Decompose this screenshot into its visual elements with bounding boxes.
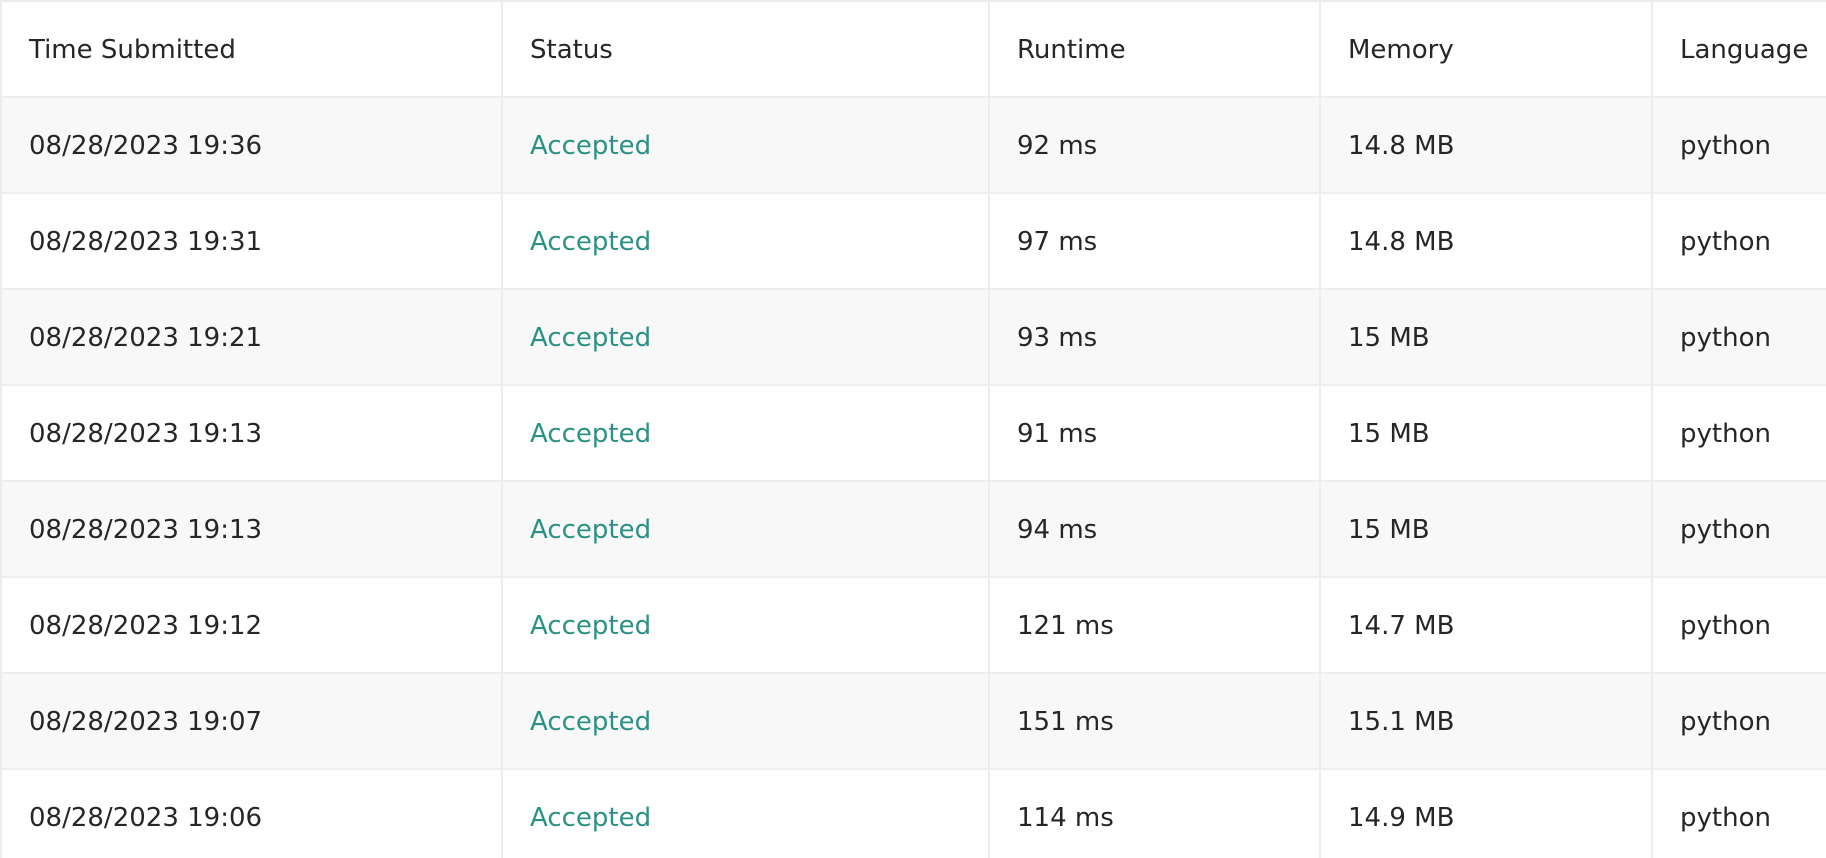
memory-cell: 14.7 MB (1319, 578, 1651, 674)
column-header-language[interactable]: Language (1651, 2, 1826, 98)
language-cell: python (1651, 98, 1826, 194)
status-link[interactable]: Accepted (501, 386, 988, 482)
time-submitted-cell: 08/28/2023 19:36 (0, 98, 501, 194)
column-header-time-submitted[interactable]: Time Submitted (0, 2, 501, 98)
table-row: 08/28/2023 19:21 Accepted 93 ms 15 MB py… (0, 290, 1826, 386)
memory-cell: 15 MB (1319, 386, 1651, 482)
time-submitted-cell: 08/28/2023 19:31 (0, 194, 501, 290)
runtime-cell: 93 ms (988, 290, 1319, 386)
status-link[interactable]: Accepted (501, 770, 988, 858)
time-submitted-cell: 08/28/2023 19:12 (0, 578, 501, 674)
memory-cell: 14.8 MB (1319, 194, 1651, 290)
table-row: 08/28/2023 19:13 Accepted 94 ms 15 MB py… (0, 482, 1826, 578)
table-header-row: Time Submitted Status Runtime Memory Lan… (0, 2, 1826, 98)
language-cell: python (1651, 674, 1826, 770)
language-cell: python (1651, 578, 1826, 674)
memory-cell: 15.1 MB (1319, 674, 1651, 770)
memory-cell: 14.9 MB (1319, 770, 1651, 858)
status-link[interactable]: Accepted (501, 578, 988, 674)
memory-cell: 15 MB (1319, 482, 1651, 578)
status-link[interactable]: Accepted (501, 194, 988, 290)
time-submitted-cell: 08/28/2023 19:13 (0, 386, 501, 482)
status-link[interactable]: Accepted (501, 674, 988, 770)
table-row: 08/28/2023 19:13 Accepted 91 ms 15 MB py… (0, 386, 1826, 482)
column-header-memory[interactable]: Memory (1319, 2, 1651, 98)
runtime-cell: 121 ms (988, 578, 1319, 674)
time-submitted-cell: 08/28/2023 19:07 (0, 674, 501, 770)
status-link[interactable]: Accepted (501, 98, 988, 194)
time-submitted-cell: 08/28/2023 19:13 (0, 482, 501, 578)
language-cell: python (1651, 770, 1826, 858)
table-row: 08/28/2023 19:31 Accepted 97 ms 14.8 MB … (0, 194, 1826, 290)
runtime-cell: 94 ms (988, 482, 1319, 578)
memory-cell: 14.8 MB (1319, 98, 1651, 194)
runtime-cell: 91 ms (988, 386, 1319, 482)
language-cell: python (1651, 194, 1826, 290)
language-cell: python (1651, 386, 1826, 482)
time-submitted-cell: 08/28/2023 19:06 (0, 770, 501, 858)
table-row: 08/28/2023 19:36 Accepted 92 ms 14.8 MB … (0, 98, 1826, 194)
status-link[interactable]: Accepted (501, 482, 988, 578)
language-cell: python (1651, 290, 1826, 386)
column-header-runtime[interactable]: Runtime (988, 2, 1319, 98)
status-link[interactable]: Accepted (501, 290, 988, 386)
memory-cell: 15 MB (1319, 290, 1651, 386)
time-submitted-cell: 08/28/2023 19:21 (0, 290, 501, 386)
column-header-status[interactable]: Status (501, 2, 988, 98)
runtime-cell: 97 ms (988, 194, 1319, 290)
table-row: 08/28/2023 19:06 Accepted 114 ms 14.9 MB… (0, 770, 1826, 858)
language-cell: python (1651, 482, 1826, 578)
runtime-cell: 114 ms (988, 770, 1319, 858)
table-row: 08/28/2023 19:07 Accepted 151 ms 15.1 MB… (0, 674, 1826, 770)
runtime-cell: 92 ms (988, 98, 1319, 194)
table-row: 08/28/2023 19:12 Accepted 121 ms 14.7 MB… (0, 578, 1826, 674)
submissions-table: Time Submitted Status Runtime Memory Lan… (0, 0, 1826, 858)
runtime-cell: 151 ms (988, 674, 1319, 770)
